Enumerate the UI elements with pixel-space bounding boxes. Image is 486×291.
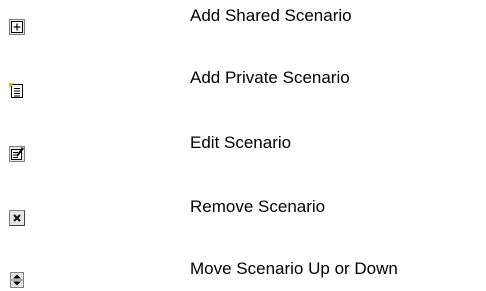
move-up-down-icon (9, 272, 25, 288)
legend-row-add-private: Add Private Scenario (0, 68, 486, 98)
legend-label-add-private: Add Private Scenario (190, 68, 350, 87)
legend-label-move: Move Scenario Up or Down (190, 259, 398, 278)
legend-label-remove: Remove Scenario (190, 197, 326, 216)
legend-row-remove: Remove Scenario (0, 197, 486, 227)
legend-label-add-shared: Add Shared Scenario (190, 6, 352, 25)
add-private-scenario-icon (9, 83, 25, 99)
add-shared-scenario-icon (9, 19, 25, 35)
remove-scenario-icon (9, 210, 25, 226)
legend-label-edit: Edit Scenario (190, 133, 292, 152)
legend-row-move: Move Scenario Up or Down (0, 259, 486, 289)
legend-row-edit: Edit Scenario (0, 133, 486, 163)
edit-scenario-icon (9, 146, 25, 162)
legend-row-add-shared: Add Shared Scenario (0, 6, 486, 36)
